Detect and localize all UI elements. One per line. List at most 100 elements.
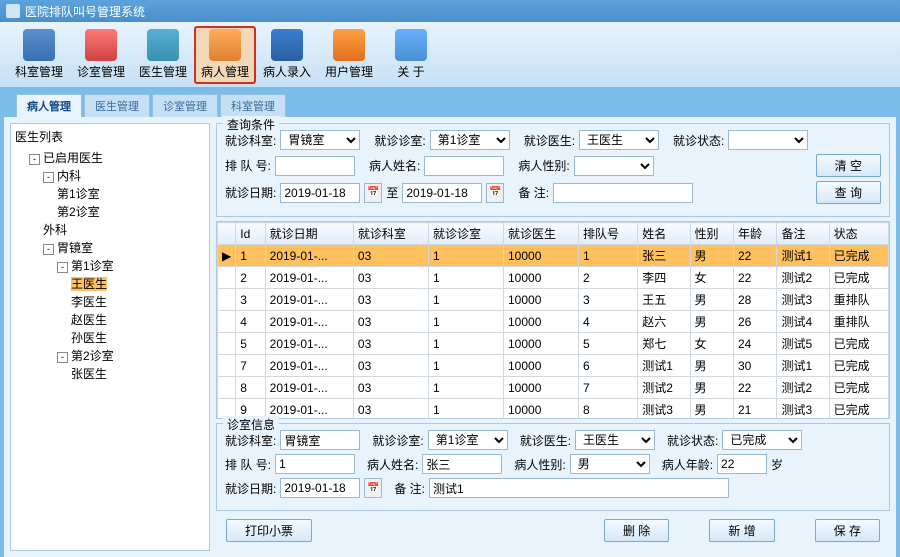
col-header[interactable]: 性别 bbox=[690, 223, 733, 245]
tree-node[interactable]: -胃镜室 -第1诊室 王医生 李医生 赵医生 孙医生 bbox=[43, 239, 205, 383]
table-row[interactable]: 82019-01-...031100007测试2男22测试2已完成 bbox=[218, 377, 889, 399]
detail-remark-input[interactable] bbox=[429, 478, 729, 498]
tab-clinic[interactable]: 诊室管理 bbox=[152, 94, 218, 117]
delete-button[interactable]: 删 除 bbox=[604, 519, 669, 542]
tree-title: 医生列表 bbox=[15, 128, 205, 145]
content-area: 医生列表 -已启用医生 -内科 第1诊室 第2诊室 外科 -胃镜室 bbox=[4, 117, 896, 557]
user-icon bbox=[333, 29, 365, 61]
table-row[interactable]: 52019-01-...031100005郑七女24测试5已完成 bbox=[218, 333, 889, 355]
toolbar-dept-button[interactable]: 科室管理 bbox=[8, 26, 70, 84]
expand-icon[interactable]: - bbox=[57, 262, 68, 273]
tree-node[interactable]: -第1诊室 王医生 李医生 赵医生 孙医生 bbox=[57, 257, 205, 347]
query-clinic-select[interactable]: 第1诊室 bbox=[430, 130, 510, 150]
toolbar-patient-entry-button[interactable]: 病人录入 bbox=[256, 26, 318, 84]
toolbar-user-button[interactable]: 用户管理 bbox=[318, 26, 380, 84]
tree-leaf[interactable]: 张医生 bbox=[71, 365, 205, 383]
doctor-tree[interactable]: -已启用医生 -内科 第1诊室 第2诊室 外科 -胃镜室 -第1诊室 bbox=[15, 149, 205, 383]
detail-name-input[interactable] bbox=[422, 454, 502, 474]
table-row[interactable]: 92019-01-...031100008测试3男21测试3已完成 bbox=[218, 399, 889, 420]
doctor-icon bbox=[147, 29, 179, 61]
detail-dept-input[interactable] bbox=[280, 430, 360, 450]
titlebar: 医院排队叫号管理系统 bbox=[0, 0, 900, 22]
main-toolbar: 科室管理诊室管理医生管理病人管理病人录入用户管理关 于 bbox=[0, 22, 900, 88]
tree-leaf[interactable]: 李医生 bbox=[71, 293, 205, 311]
detail-age-input[interactable] bbox=[717, 454, 767, 474]
app-icon bbox=[6, 4, 20, 18]
detail-title: 诊室信息 bbox=[223, 416, 279, 433]
calendar-icon[interactable]: 📅 bbox=[364, 183, 382, 203]
tab-strip: 病人管理医生管理诊室管理科室管理 bbox=[0, 90, 900, 117]
detail-queue-input[interactable] bbox=[275, 454, 355, 474]
col-header[interactable]: 状态 bbox=[829, 223, 888, 245]
expand-icon[interactable]: - bbox=[29, 154, 40, 165]
dept-icon bbox=[23, 29, 55, 61]
expand-icon[interactable]: - bbox=[43, 244, 54, 255]
query-group: 查询条件 就诊科室: 胃镜室 就诊诊室: 第1诊室 就诊医生: 王医生 就诊状态… bbox=[216, 123, 890, 217]
query-name-input[interactable] bbox=[424, 156, 504, 176]
col-header[interactable]: 就诊诊室 bbox=[428, 223, 503, 245]
col-header[interactable]: 年龄 bbox=[733, 223, 776, 245]
tree-root[interactable]: -已启用医生 -内科 第1诊室 第2诊室 外科 -胃镜室 -第1诊室 bbox=[29, 149, 205, 383]
table-row[interactable]: 22019-01-...031100002李四女22测试2已完成 bbox=[218, 267, 889, 289]
print-button[interactable]: 打印小票 bbox=[226, 519, 312, 542]
query-remark-input[interactable] bbox=[553, 183, 693, 203]
detail-date-input[interactable] bbox=[280, 478, 360, 498]
results-table[interactable]: Id就诊日期就诊科室就诊诊室就诊医生排队号姓名性别年龄备注状态 ▶12019-0… bbox=[217, 222, 889, 419]
toolbar-doctor-button[interactable]: 医生管理 bbox=[132, 26, 194, 84]
tree-leaf[interactable]: 赵医生 bbox=[71, 311, 205, 329]
tree-leaf[interactable]: 外科 bbox=[43, 221, 205, 239]
col-header[interactable]: 姓名 bbox=[638, 223, 690, 245]
tab-patient[interactable]: 病人管理 bbox=[16, 94, 82, 117]
query-queue-input[interactable] bbox=[275, 156, 355, 176]
about-icon bbox=[395, 29, 427, 61]
new-button[interactable]: 新 增 bbox=[709, 519, 774, 542]
toolbar-patient-button[interactable]: 病人管理 bbox=[194, 26, 256, 84]
right-panel: 查询条件 就诊科室: 胃镜室 就诊诊室: 第1诊室 就诊医生: 王医生 就诊状态… bbox=[216, 123, 890, 551]
expand-icon[interactable]: - bbox=[57, 352, 68, 363]
clinic-icon bbox=[85, 29, 117, 61]
col-header[interactable]: Id bbox=[236, 223, 265, 245]
query-date-to-input[interactable] bbox=[402, 183, 482, 203]
patient-entry-icon bbox=[271, 29, 303, 61]
clear-button[interactable]: 清 空 bbox=[816, 154, 881, 177]
footer-buttons: 打印小票 删 除 新 增 保 存 bbox=[216, 515, 890, 546]
save-button[interactable]: 保 存 bbox=[815, 519, 880, 542]
table-row[interactable]: 72019-01-...031100006测试1男30测试1已完成 bbox=[218, 355, 889, 377]
doctor-tree-panel: 医生列表 -已启用医生 -内科 第1诊室 第2诊室 外科 -胃镜室 bbox=[10, 123, 210, 551]
detail-status-select[interactable]: 已完成 bbox=[722, 430, 802, 450]
toolbar-about-button[interactable]: 关 于 bbox=[380, 26, 442, 84]
detail-group: 诊室信息 就诊科室: 就诊诊室: 第1诊室 就诊医生: 王医生 就诊状态: 已完… bbox=[216, 423, 890, 511]
patient-icon bbox=[209, 29, 241, 61]
table-row[interactable]: 42019-01-...031100004赵六男26测试4重排队 bbox=[218, 311, 889, 333]
search-button[interactable]: 查 询 bbox=[816, 181, 881, 204]
tree-leaf[interactable]: 第1诊室 bbox=[57, 185, 205, 203]
expand-icon[interactable]: - bbox=[43, 172, 54, 183]
col-header[interactable]: 就诊日期 bbox=[265, 223, 353, 245]
col-header[interactable]: 就诊医生 bbox=[504, 223, 579, 245]
detail-gender-select[interactable]: 男 bbox=[570, 454, 650, 474]
calendar-icon[interactable]: 📅 bbox=[364, 478, 382, 498]
tree-leaf[interactable]: 孙医生 bbox=[71, 329, 205, 347]
table-row[interactable]: ▶12019-01-...031100001张三男22测试1已完成 bbox=[218, 245, 889, 267]
query-status-select[interactable] bbox=[728, 130, 808, 150]
tree-node[interactable]: -内科 第1诊室 第2诊室 bbox=[43, 167, 205, 221]
col-header[interactable]: 备注 bbox=[777, 223, 829, 245]
query-gender-select[interactable] bbox=[574, 156, 654, 176]
toolbar-clinic-button[interactable]: 诊室管理 bbox=[70, 26, 132, 84]
col-header[interactable]: 排队号 bbox=[579, 223, 638, 245]
query-dept-select[interactable]: 胃镜室 bbox=[280, 130, 360, 150]
tab-dept[interactable]: 科室管理 bbox=[220, 94, 286, 117]
tree-leaf[interactable]: 第2诊室 bbox=[57, 203, 205, 221]
results-table-wrap[interactable]: Id就诊日期就诊科室就诊诊室就诊医生排队号姓名性别年龄备注状态 ▶12019-0… bbox=[216, 221, 890, 419]
table-row[interactable]: 32019-01-...031100003王五男28测试3重排队 bbox=[218, 289, 889, 311]
col-header[interactable]: 就诊科室 bbox=[353, 223, 428, 245]
query-date-from-input[interactable] bbox=[280, 183, 360, 203]
tree-leaf[interactable]: 王医生 bbox=[71, 275, 205, 293]
tab-doctor[interactable]: 医生管理 bbox=[84, 94, 150, 117]
tree-node[interactable]: -第2诊室 张医生 bbox=[57, 347, 205, 383]
query-doctor-select[interactable]: 王医生 bbox=[579, 130, 659, 150]
detail-clinic-select[interactable]: 第1诊室 bbox=[428, 430, 508, 450]
calendar-icon[interactable]: 📅 bbox=[486, 183, 504, 203]
query-title: 查询条件 bbox=[223, 116, 279, 133]
detail-doctor-select[interactable]: 王医生 bbox=[575, 430, 655, 450]
